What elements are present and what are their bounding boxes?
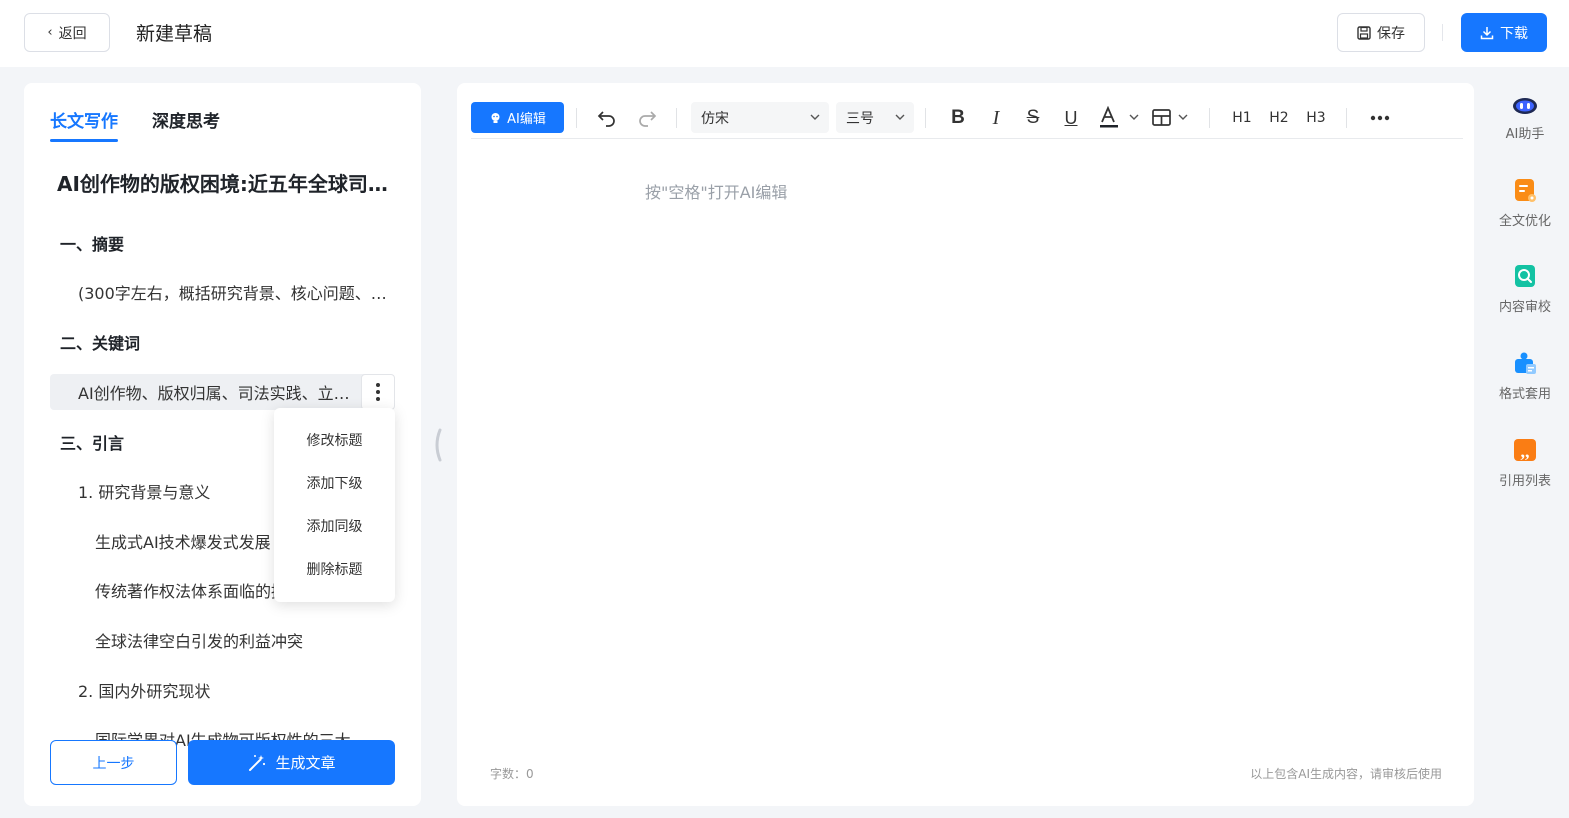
save-icon: [1357, 25, 1371, 40]
toolbar-divider: [676, 108, 677, 128]
rail-label: 格式套用: [1498, 387, 1551, 402]
outline-title[interactable]: AI创作物的版权困境:近五年全球司法实践与立法趋势: [57, 168, 397, 197]
toolbar-divider: [576, 108, 577, 128]
page-title: 新建草稿: [136, 23, 213, 45]
outline-item[interactable]: (300字左右，概括研究背景、核心问题、研究方法与主要结论): [50, 268, 395, 318]
generate-label: 生成文章: [275, 754, 336, 772]
more-options-button[interactable]: [361, 373, 395, 410]
editor-toolbar: AI编辑 仿宋 三号 B I S U H1 H2 H3: [471, 100, 1463, 139]
more-horizontal-icon[interactable]: [1368, 104, 1392, 132]
heading-2-button[interactable]: H2: [1268, 104, 1290, 132]
font-family-value: 仿宋: [701, 110, 729, 127]
outline-item[interactable]: 一、摘要: [50, 218, 395, 268]
rail-content-review[interactable]: 内容审校: [1488, 264, 1562, 315]
editor-placeholder[interactable]: 按"空格"打开AI编辑: [645, 179, 787, 203]
robot-icon: [1513, 98, 1537, 114]
chevron-down-icon: [810, 114, 820, 120]
ai-content-notice: 以上包含AI生成内容，请审核后使用: [1250, 767, 1442, 781]
top-bar: ‹ 返回 新建草稿 保存 下载: [0, 0, 1569, 67]
outline-item[interactable]: 全球法律空白引发的利益冲突: [50, 615, 395, 665]
format-apply-icon: [1515, 352, 1536, 374]
rail-label: 引用列表: [1498, 474, 1551, 489]
bold-icon[interactable]: B: [947, 104, 969, 132]
heading-3-button[interactable]: H3: [1305, 104, 1327, 132]
heading-1-button[interactable]: H1: [1231, 104, 1253, 132]
download-icon: [1480, 26, 1494, 39]
download-label: 下载: [1500, 25, 1528, 42]
search-check-icon: [1515, 265, 1535, 287]
font-family-select[interactable]: 仿宋: [691, 102, 829, 133]
font-color-icon[interactable]: [1097, 104, 1145, 132]
save-label: 保存: [1377, 25, 1405, 42]
context-menu: 修改标题 添加下级 添加同级 删除标题: [274, 408, 395, 602]
panel-collapse-handle[interactable]: [431, 428, 443, 462]
magic-wand-icon: [249, 754, 266, 771]
rail-label: 内容审校: [1498, 300, 1551, 315]
font-size-value: 三号: [846, 110, 874, 127]
back-label: 返回: [58, 25, 87, 42]
italic-icon[interactable]: I: [985, 104, 1007, 132]
chevron-left-icon: ‹: [47, 25, 53, 40]
chevron-down-icon: [895, 114, 905, 120]
undo-icon[interactable]: [595, 104, 619, 132]
ai-edit-button[interactable]: AI编辑: [471, 102, 564, 133]
strikethrough-icon[interactable]: S: [1022, 104, 1044, 132]
generate-article-button[interactable]: 生成文章: [188, 740, 395, 785]
outline-item-selected[interactable]: AI创作物、版权归属、司法实践、立法趋势: [50, 373, 395, 410]
menu-item-delete-title[interactable]: 删除标题: [274, 547, 395, 590]
underline-icon[interactable]: U: [1060, 104, 1082, 132]
ai-bulb-icon: [491, 113, 500, 123]
rail-full-optimize[interactable]: 全文优化: [1488, 178, 1562, 229]
save-button[interactable]: 保存: [1337, 13, 1425, 52]
back-button[interactable]: ‹ 返回: [24, 13, 110, 52]
menu-item-add-child[interactable]: 添加下级: [274, 461, 395, 504]
rail-ai-assistant[interactable]: AI助手: [1488, 95, 1562, 142]
rail-label: AI助手: [1505, 127, 1545, 142]
toolbar-divider: [1346, 108, 1347, 128]
redo-icon[interactable]: [635, 104, 659, 132]
svg-text:,,: ,,: [1521, 441, 1530, 461]
word-count: 字数：0: [490, 767, 534, 781]
editor-panel: AI编辑 仿宋 三号 B I S U H1 H2 H3 按"空格"打开AI编辑 …: [457, 83, 1474, 806]
rail-citation-list[interactable]: ,, 引用列表: [1488, 438, 1562, 489]
mode-tabs: 长文写作 深度思考: [50, 107, 220, 142]
previous-step-button[interactable]: 上一步: [50, 740, 177, 785]
menu-item-add-sibling[interactable]: 添加同级: [274, 504, 395, 547]
ai-edit-label: AI编辑: [507, 112, 546, 127]
font-size-select[interactable]: 三号: [836, 102, 914, 133]
toolbar-divider: [925, 108, 926, 128]
toolbar-divider: [1209, 108, 1210, 128]
menu-item-edit-title[interactable]: 修改标题: [274, 418, 395, 461]
outline-item[interactable]: 二、关键词: [50, 317, 395, 367]
rail-label: 全文优化: [1498, 214, 1551, 229]
tab-deep-thinking[interactable]: 深度思考: [152, 107, 220, 142]
download-button[interactable]: 下载: [1461, 13, 1547, 52]
quote-icon: ,,: [1514, 439, 1536, 461]
table-icon[interactable]: [1151, 104, 1193, 132]
outline-item[interactable]: 2. 国内外研究现状: [50, 665, 395, 715]
rail-format-apply[interactable]: 格式套用: [1488, 351, 1562, 402]
document-optimize-icon: [1515, 179, 1536, 202]
outline-panel: 长文写作 深度思考 AI创作物的版权困境:近五年全球司法实践与立法趋势 一、摘要…: [24, 83, 421, 806]
tab-long-writing[interactable]: 长文写作: [50, 107, 118, 142]
header-divider: [1442, 24, 1443, 41]
